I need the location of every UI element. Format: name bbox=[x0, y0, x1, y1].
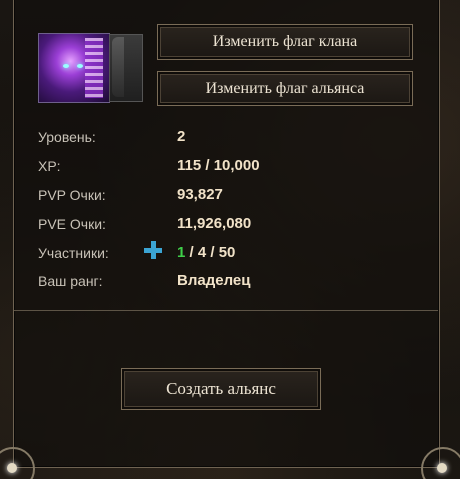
corner-gem-right bbox=[437, 463, 447, 473]
change-alliance-flag-button[interactable]: Изменить флаг альянса bbox=[157, 71, 413, 106]
plus-icon[interactable] bbox=[143, 240, 163, 260]
divider bbox=[14, 310, 438, 311]
change-clan-flag-button[interactable]: Изменить флаг клана bbox=[157, 24, 413, 60]
members-value: 1 / 4 / 50 bbox=[177, 244, 235, 261]
level-label: Уровень: bbox=[38, 129, 96, 145]
pve-points-value: 11,926,080 bbox=[177, 215, 252, 232]
xp-value: 115 / 10,000 bbox=[177, 157, 260, 174]
members-totals: / 4 / 50 bbox=[185, 244, 236, 261]
rank-value: Владелец bbox=[177, 272, 251, 289]
clan-emblem-image bbox=[38, 33, 110, 103]
members-label: Участники: bbox=[38, 245, 109, 261]
corner-gem-left bbox=[7, 463, 17, 473]
level-value: 2 bbox=[177, 128, 186, 145]
pvp-points-label: PVP Очки: bbox=[38, 187, 106, 203]
flag-slot[interactable] bbox=[109, 34, 143, 102]
pvp-points-value: 93,827 bbox=[177, 186, 223, 203]
pve-points-label: PVE Очки: bbox=[38, 216, 106, 232]
rank-label: Ваш ранг: bbox=[38, 273, 103, 289]
create-alliance-button[interactable]: Создать альянс bbox=[121, 368, 321, 410]
xp-label: XP: bbox=[38, 158, 61, 174]
